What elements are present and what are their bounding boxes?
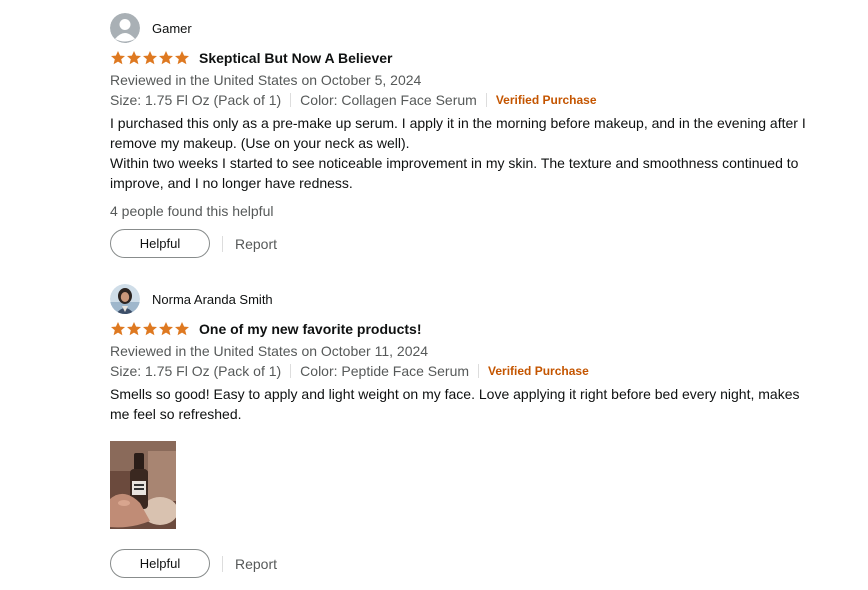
divider: [290, 93, 292, 107]
star-icon: [111, 51, 125, 65]
avatar: [110, 284, 140, 314]
size-variant[interactable]: Size: 1.75 Fl Oz (Pack of 1): [110, 361, 281, 381]
review-paragraph: I purchased this only as a pre-make up s…: [110, 115, 806, 151]
divider: [222, 235, 223, 252]
star-rating[interactable]: [110, 50, 190, 66]
divider: [478, 364, 480, 378]
review-date: Reviewed in the United States on October…: [110, 72, 422, 88]
reviewer-profile[interactable]: Gamer: [110, 13, 810, 43]
review-body: I purchased this only as a pre-make up s…: [110, 113, 810, 193]
star-icon: [175, 322, 189, 336]
review-paragraph: Smells so good! Easy to apply and light …: [110, 386, 800, 422]
helpful-count: 4 people found this helpful: [110, 203, 274, 219]
review-card: Norma Aranda Smith One of my new favorit…: [110, 284, 810, 578]
reviewer-profile[interactable]: Norma Aranda Smith: [110, 284, 810, 314]
review-body: Smells so good! Easy to apply and light …: [110, 384, 810, 424]
color-variant[interactable]: Color: Collagen Face Serum: [300, 90, 477, 110]
star-icon: [111, 322, 125, 336]
review-date: Reviewed in the United States on October…: [110, 343, 429, 359]
review-title[interactable]: One of my new favorite products!: [199, 321, 421, 337]
divider: [485, 93, 487, 107]
star-icon: [143, 51, 157, 65]
divider: [290, 364, 292, 378]
reviewer-name: Norma Aranda Smith: [152, 291, 273, 307]
review-paragraph: Within two weeks I started to see notice…: [110, 155, 799, 191]
star-icon: [175, 51, 189, 65]
star-icon: [127, 51, 141, 65]
report-link[interactable]: Report: [235, 236, 277, 252]
color-variant[interactable]: Color: Peptide Face Serum: [300, 361, 469, 381]
verified-purchase-badge: Verified Purchase: [488, 364, 589, 378]
star-icon: [143, 322, 157, 336]
helpful-button[interactable]: Helpful: [110, 549, 210, 578]
review-title[interactable]: Skeptical But Now A Believer: [199, 50, 392, 66]
divider: [222, 555, 223, 572]
size-variant[interactable]: Size: 1.75 Fl Oz (Pack of 1): [110, 90, 281, 110]
review-card: Gamer Skeptical But Now A Believer Revie…: [110, 13, 810, 258]
report-link[interactable]: Report: [235, 556, 277, 572]
default-avatar-icon: [110, 13, 140, 43]
star-icon: [159, 322, 173, 336]
review-photo[interactable]: [110, 441, 176, 529]
helpful-button[interactable]: Helpful: [110, 229, 210, 258]
star-rating[interactable]: [110, 321, 190, 337]
reviewer-name: Gamer: [152, 20, 192, 36]
star-icon: [127, 322, 141, 336]
star-icon: [159, 51, 173, 65]
verified-purchase-badge: Verified Purchase: [495, 93, 597, 107]
